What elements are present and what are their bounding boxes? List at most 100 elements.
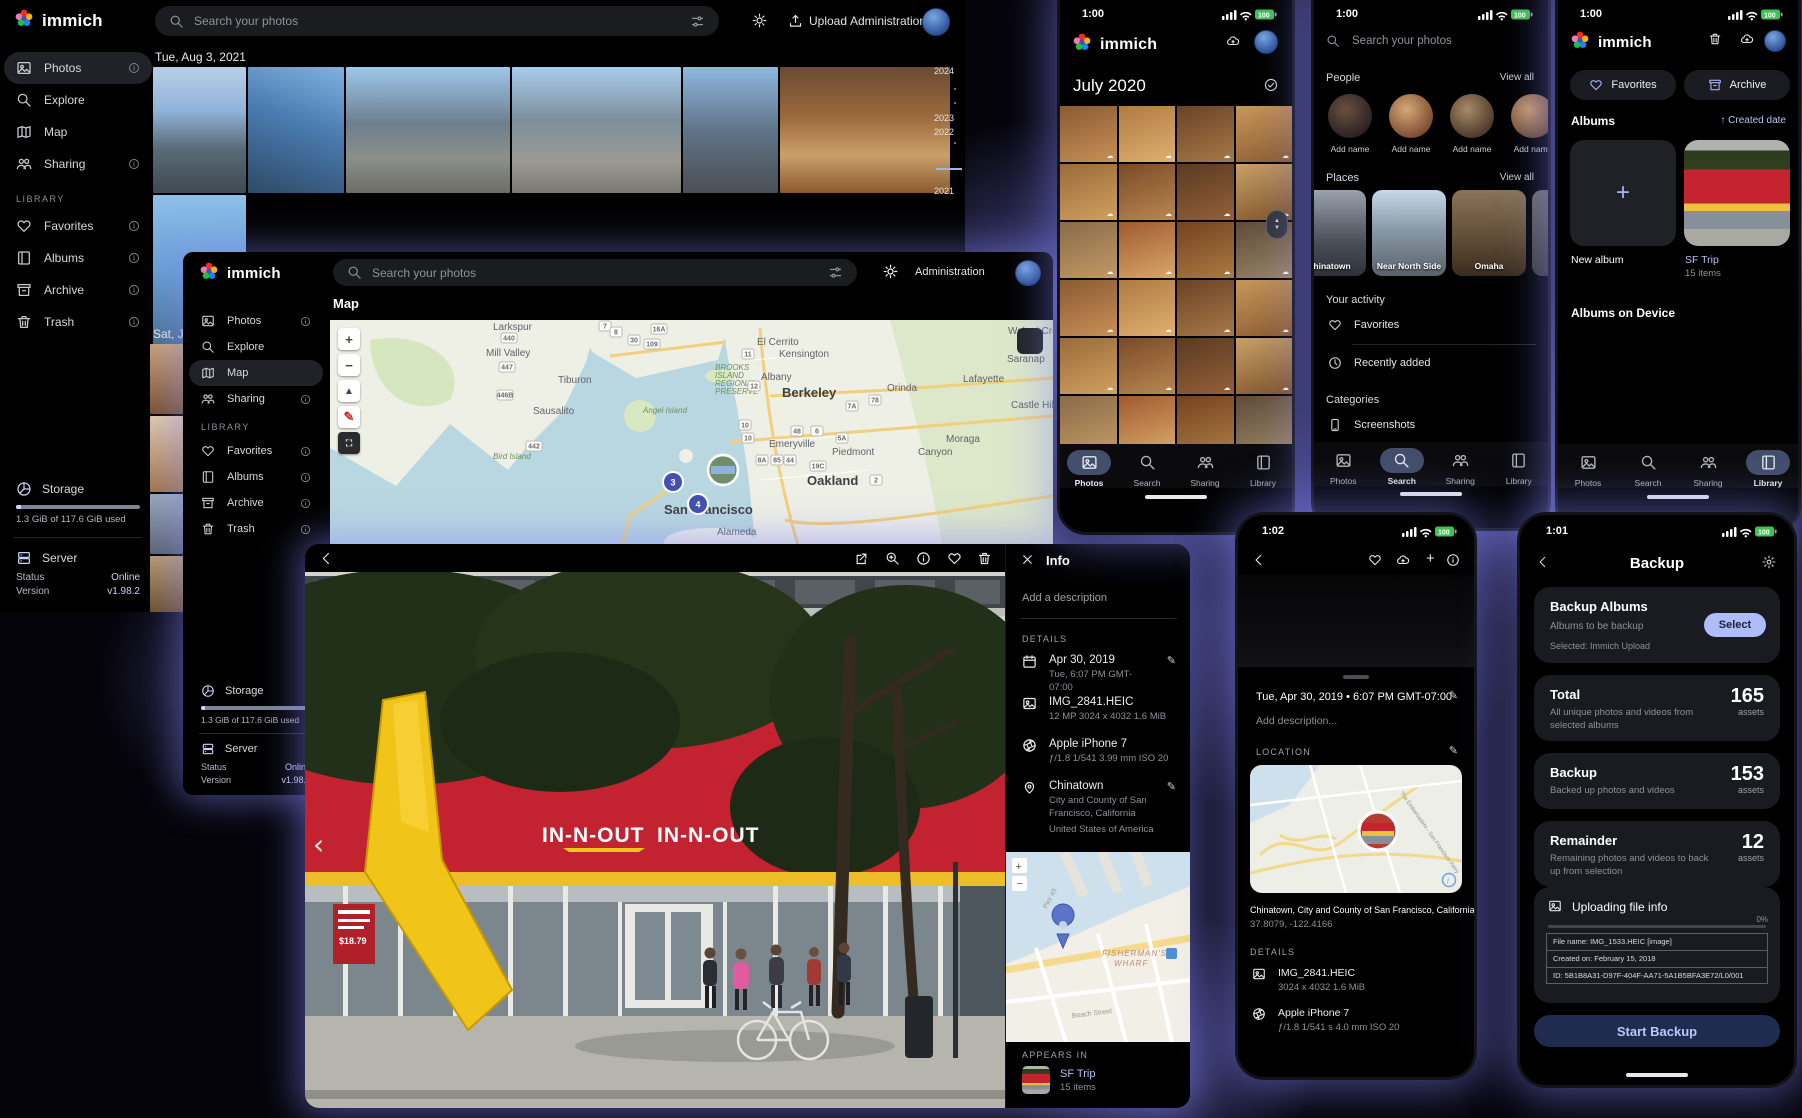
- edit-pencil-icon[interactable]: ✎: [1449, 689, 1458, 702]
- scrubber-year[interactable]: 2021: [934, 186, 954, 196]
- sidebar-item-archive[interactable]: Archive: [4, 274, 152, 306]
- photo-thumbnail[interactable]: ☁: [1177, 106, 1234, 162]
- description-input[interactable]: Add description...: [1256, 715, 1337, 727]
- zoom-out-button[interactable]: −: [338, 354, 360, 376]
- scrubber-year[interactable]: 2024: [934, 66, 954, 76]
- places-view-all-link[interactable]: View all: [1500, 172, 1534, 183]
- sidebar-item-sharing[interactable]: Sharing: [189, 386, 323, 412]
- add-to-album-plus-icon[interactable]: +: [1426, 550, 1435, 567]
- sheet-drag-handle[interactable]: [1343, 675, 1369, 679]
- scrubber-position-line[interactable]: [936, 168, 962, 170]
- start-backup-button[interactable]: Start Backup: [1534, 1015, 1780, 1047]
- favorite-heart-icon[interactable]: [947, 551, 962, 566]
- screenshots-item[interactable]: Screenshots: [1328, 418, 1415, 432]
- sidebar-item-trash[interactable]: Trash: [4, 306, 152, 338]
- sidebar-item-map[interactable]: Map: [4, 116, 152, 148]
- avatar[interactable]: [922, 8, 950, 36]
- location-minimap[interactable]: FISHERMAN'SWHARF Pier 45 Beach Street +−: [1006, 852, 1190, 1042]
- photo-thumbnail[interactable]: ☁: [1119, 222, 1176, 278]
- location-map[interactable]: The Embarcadero - San Francisco Ferry i: [1250, 765, 1462, 893]
- photo-thumbnail[interactable]: [512, 67, 681, 193]
- photo-thumbnail[interactable]: [150, 556, 183, 612]
- info-icon[interactable]: [916, 551, 931, 566]
- photo-thumbnail[interactable]: ☁: [1236, 106, 1293, 162]
- favorite-heart-icon[interactable]: [1368, 553, 1382, 567]
- add-name-link[interactable]: Add name: [1389, 144, 1433, 154]
- photo-thumbnail[interactable]: [150, 494, 183, 554]
- sidebar-item-photos[interactable]: Photos: [189, 308, 323, 334]
- sidebar-item-explore[interactable]: Explore: [4, 84, 152, 116]
- sidebar-item-favorites[interactable]: Favorites: [4, 210, 152, 242]
- sidebar-item-photos[interactable]: Photos: [4, 52, 152, 84]
- theme-toggle-sun-icon[interactable]: [883, 264, 898, 279]
- place-card-pi[interactable]: Pi: [1532, 190, 1548, 276]
- trash-icon[interactable]: [1708, 32, 1722, 46]
- select-all-check-icon[interactable]: [1264, 78, 1278, 92]
- cloud-backup-icon[interactable]: [1740, 32, 1754, 46]
- edit-pencil-icon[interactable]: ✎: [1449, 744, 1458, 757]
- filter-sliders-icon[interactable]: [690, 14, 705, 29]
- nav-tab-search[interactable]: Search: [1118, 450, 1176, 488]
- search-input[interactable]: Search your photos: [1326, 34, 1452, 48]
- photo-thumbnail[interactable]: [150, 416, 183, 492]
- sidebar-item-albums[interactable]: Albums: [189, 464, 323, 490]
- sidebar-item-albums[interactable]: Albums: [4, 242, 152, 274]
- photo-thumbnail[interactable]: ☁: [1060, 338, 1117, 394]
- photo-thumbnail[interactable]: ☁: [1060, 106, 1117, 162]
- search-input[interactable]: Search your photos: [155, 6, 719, 36]
- avatar[interactable]: [1254, 30, 1278, 54]
- sidebar-item-archive[interactable]: Archive: [189, 490, 323, 516]
- photo-thumbnail[interactable]: ☁: [1119, 280, 1176, 336]
- zoom-icon[interactable]: [885, 551, 900, 566]
- edit-pencil-icon[interactable]: ✎: [1167, 654, 1176, 695]
- add-name-link[interactable]: Add name: [1511, 144, 1548, 154]
- nav-tab-library[interactable]: Library: [1234, 450, 1292, 488]
- favorites-button[interactable]: Favorites: [1570, 70, 1676, 100]
- photo-thumbnail[interactable]: [780, 67, 950, 193]
- people-view-all-link[interactable]: View all: [1500, 72, 1534, 83]
- scrubber-year[interactable]: 2022: [934, 127, 954, 137]
- photo-thumbnail[interactable]: ☁: [1177, 280, 1234, 336]
- upload-button[interactable]: Upload: [788, 13, 847, 28]
- photo-thumbnail[interactable]: ☁: [1119, 164, 1176, 220]
- timeline-scrubber[interactable]: 2024 2023 2022 2021: [928, 58, 964, 258]
- nav-tab-search[interactable]: Search: [1618, 450, 1678, 488]
- new-album-card[interactable]: +: [1570, 140, 1676, 246]
- delete-trash-icon[interactable]: [977, 551, 992, 566]
- photo-cluster-marker[interactable]: 4: [688, 494, 708, 514]
- photo-thumbnail[interactable]: ☁: [1060, 280, 1117, 336]
- timeline-drag-handle[interactable]: ▲▼: [1266, 210, 1288, 239]
- draw-pencil-button[interactable]: ✎: [338, 406, 360, 428]
- album-card-sf-trip[interactable]: [1684, 140, 1790, 246]
- add-name-link[interactable]: Add name: [1328, 144, 1372, 154]
- fullscreen-button[interactable]: ⛶: [338, 432, 360, 454]
- scrubber-year[interactable]: 2023: [934, 113, 954, 123]
- nav-tab-sharing[interactable]: Sharing: [1431, 448, 1490, 486]
- nav-tab-sharing[interactable]: Sharing: [1678, 450, 1738, 488]
- filter-sliders-icon[interactable]: [828, 265, 843, 280]
- description-input[interactable]: Add a description: [1022, 592, 1107, 604]
- sort-created-date[interactable]: ↑ Created date: [1720, 115, 1786, 126]
- place-card-near-north-side[interactable]: Near North Side: [1372, 190, 1446, 276]
- nav-tab-library[interactable]: Library: [1490, 448, 1549, 486]
- search-input[interactable]: Search your photos: [333, 259, 857, 286]
- photo-thumbnail[interactable]: ☁: [1060, 222, 1117, 278]
- sidebar-item-map[interactable]: Map: [189, 360, 323, 386]
- zoom-in-button[interactable]: +: [338, 328, 360, 350]
- cloud-backup-icon[interactable]: [1226, 34, 1240, 48]
- recently-added-item[interactable]: Recently added: [1328, 356, 1430, 370]
- photo-thumbnail[interactable]: ☁: [1177, 222, 1234, 278]
- immich-logo[interactable]: immich: [14, 8, 103, 33]
- administration-link[interactable]: Administration: [915, 266, 985, 278]
- place-card-chinatown[interactable]: Chinatown: [1314, 190, 1366, 276]
- back-arrow-icon[interactable]: [1252, 553, 1266, 567]
- photo-cluster-marker[interactable]: 3: [663, 472, 683, 492]
- nav-tab-photos[interactable]: Photos: [1060, 450, 1118, 488]
- person-face[interactable]: Add name: [1450, 94, 1494, 154]
- photo-thumbnail[interactable]: ☁: [1119, 106, 1176, 162]
- sidebar-item-explore[interactable]: Explore: [189, 334, 323, 360]
- photo-thumbnail[interactable]: ☁: [1236, 338, 1293, 394]
- cloud-upload-icon[interactable]: [1396, 553, 1410, 567]
- sidebar-item-sharing[interactable]: Sharing: [4, 148, 152, 180]
- person-face[interactable]: Add name: [1328, 94, 1372, 154]
